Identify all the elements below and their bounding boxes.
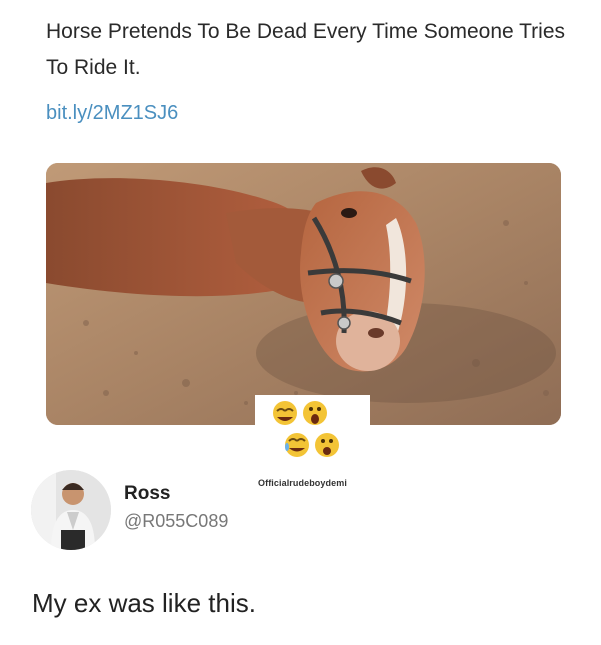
wow-icon bbox=[303, 401, 327, 425]
article-headline: Horse Pretends To Be Dead Every Time Som… bbox=[46, 20, 566, 79]
author-handle[interactable]: @R055C089 bbox=[124, 511, 228, 532]
photo-watermark: Officialrudeboydemi bbox=[258, 478, 347, 488]
tweet-text: My ex was like this. bbox=[32, 588, 256, 618]
article-link[interactable]: bit.ly/2MZ1SJ6 bbox=[46, 102, 178, 125]
author-name[interactable]: Ross bbox=[124, 483, 170, 505]
avatar-image bbox=[31, 470, 111, 550]
laugh-icon bbox=[273, 401, 297, 425]
shocked-icon bbox=[315, 433, 339, 457]
horse-photo-image bbox=[46, 163, 561, 425]
reaction-overlay bbox=[255, 395, 370, 467]
avatar[interactable] bbox=[31, 470, 111, 550]
crying-laugh-icon bbox=[285, 433, 309, 457]
reaction-emojis bbox=[273, 401, 339, 457]
horse-photo[interactable] bbox=[46, 163, 561, 425]
